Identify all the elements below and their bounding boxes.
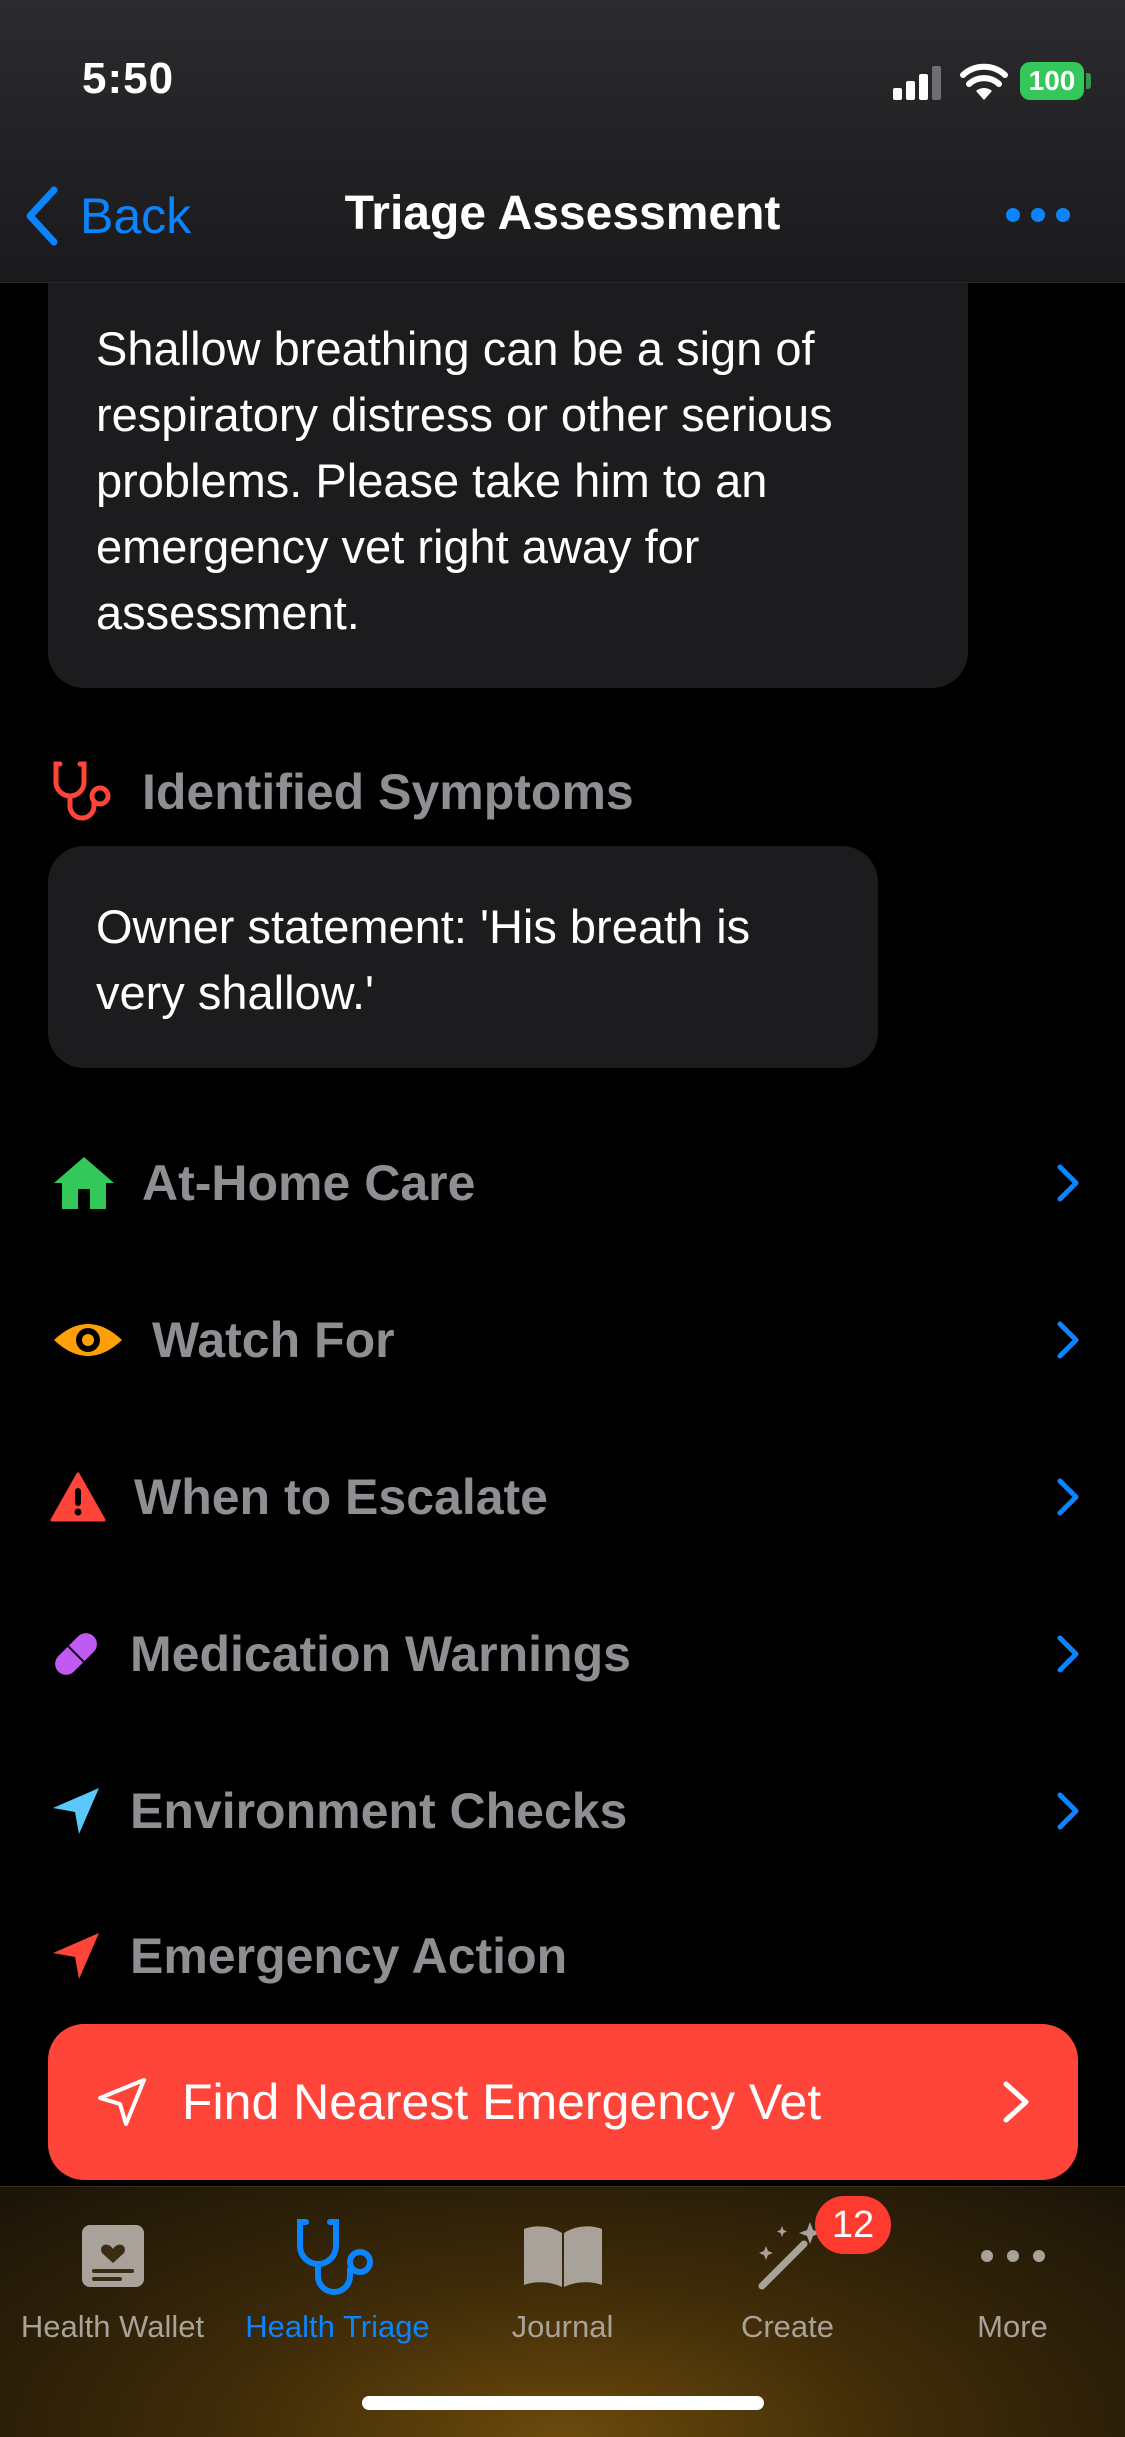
row-label: When to Escalate — [134, 1469, 548, 1525]
notification-badge: 12 — [815, 2196, 891, 2254]
chevron-right-icon — [1048, 1626, 1088, 1682]
more-options-button[interactable] — [1006, 200, 1070, 230]
status-time: 5:50 — [82, 54, 175, 103]
row-label: At-Home Care — [142, 1155, 476, 1211]
house-icon — [48, 1147, 120, 1219]
tab-health-triage[interactable]: Health Triage — [225, 2211, 450, 2351]
row-medication-warnings[interactable]: Medication Warnings — [48, 1599, 1088, 1709]
row-label: Medication Warnings — [130, 1626, 631, 1682]
home-indicator[interactable] — [362, 2396, 764, 2410]
dot-icon — [1031, 208, 1045, 222]
symptom-statement: Owner statement: 'His breath is very sha… — [48, 846, 878, 1068]
row-label: Watch For — [152, 1312, 395, 1368]
location-arrow-icon — [48, 1920, 104, 1992]
navigation-arrow-icon — [98, 2078, 146, 2126]
page-title: Triage Assessment — [344, 187, 781, 240]
navigation-header: 5:50 100 Back Triage Assessment — [0, 0, 1125, 283]
tab-label: Health Wallet — [20, 2309, 205, 2344]
eye-icon — [48, 1304, 128, 1376]
pill-icon — [48, 1618, 104, 1690]
warning-triangle-icon — [48, 1461, 108, 1533]
wallet-card-icon — [0, 2211, 225, 2301]
row-when-to-escalate[interactable]: When to Escalate — [48, 1442, 1088, 1552]
chevron-right-icon — [1048, 1783, 1088, 1839]
identified-symptoms-label: Identified Symptoms — [142, 764, 634, 820]
stethoscope-icon — [225, 2211, 450, 2301]
row-at-home-care[interactable]: At-Home Care — [48, 1128, 1088, 1238]
find-emergency-vet-label: Find Nearest Emergency Vet — [182, 2074, 822, 2130]
wifi-icon — [960, 63, 1008, 100]
identified-symptoms-heading: Identified Symptoms — [48, 756, 634, 828]
tab-health-wallet[interactable]: Health Wallet — [0, 2211, 225, 2351]
ellipsis-icon — [900, 2211, 1125, 2301]
find-emergency-vet-button[interactable]: Find Nearest Emergency Vet — [48, 2024, 1078, 2180]
cellular-signal-icon — [893, 66, 941, 100]
tab-label: Create — [740, 2309, 835, 2344]
advice-message: Shallow breathing can be a sign of respi… — [48, 240, 968, 688]
tab-journal[interactable]: Journal — [450, 2211, 675, 2351]
dot-icon — [1006, 208, 1020, 222]
tab-more[interactable]: More — [900, 2211, 1125, 2351]
location-arrow-icon — [48, 1775, 104, 1847]
row-watch-for[interactable]: Watch For — [48, 1285, 1088, 1395]
emergency-action-label: Emergency Action — [130, 1928, 568, 1984]
chevron-right-icon — [1048, 1155, 1088, 1211]
chevron-right-icon — [1048, 1469, 1088, 1525]
book-icon — [450, 2211, 675, 2301]
row-environment-checks[interactable]: Environment Checks — [48, 1756, 1088, 1866]
row-label: Environment Checks — [130, 1783, 628, 1839]
battery-indicator: 100 — [1020, 62, 1084, 100]
dot-icon — [1056, 208, 1070, 222]
tab-label: Journal — [511, 2309, 614, 2344]
chevron-right-icon — [1003, 2081, 1029, 2123]
stethoscope-icon — [48, 756, 120, 828]
emergency-action-heading: Emergency Action — [48, 1920, 567, 1992]
chevron-right-icon — [1048, 1312, 1088, 1368]
battery-nub — [1086, 73, 1091, 89]
tab-label: Health Triage — [245, 2309, 430, 2344]
tab-label: More — [977, 2309, 1048, 2344]
